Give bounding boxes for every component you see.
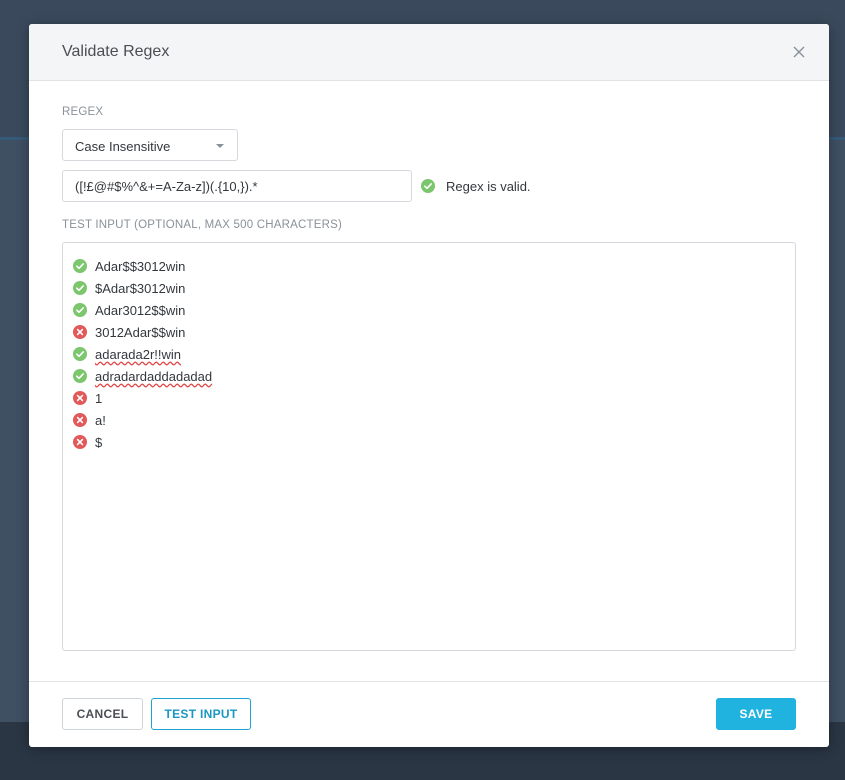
test-line: Adar$$3012win [73,255,795,277]
case-mode-select[interactable]: Case Insensitive [62,129,238,161]
check-circle-icon [421,179,435,193]
modal-footer: CANCEL TEST INPUT SAVE [29,681,829,747]
test-line-text: a! [95,412,106,428]
test-line: $Adar$3012win [73,277,795,299]
x-circle-icon [73,435,87,449]
regex-section-label: REGEX [62,106,104,118]
test-line: a! [73,409,795,431]
test-line-text: $ [95,434,103,450]
case-mode-selected-value: Case Insensitive [75,139,171,154]
test-line-text: 1 [95,390,103,406]
test-line: $ [73,431,795,453]
close-icon[interactable] [791,44,807,60]
regex-status: Regex is valid. [421,177,531,195]
x-circle-icon [73,325,87,339]
regex-status-text: Regex is valid. [446,178,531,194]
cancel-button[interactable]: CANCEL [62,698,143,730]
test-line: 3012Adar$$win [73,321,795,343]
test-line-text: adarada2r!!win [95,346,181,362]
test-line-text: adradardaddadadad [95,368,213,384]
test-line: 1 [73,387,795,409]
test-line-text: 3012Adar$$win [95,324,186,340]
check-circle-icon [73,347,87,361]
test-line-text: Adar3012$$win [95,302,186,318]
test-line-text: $Adar$3012win [95,280,186,296]
test-line-text: Adar$$3012win [95,258,186,274]
test-line: adradardaddadadad [73,365,795,387]
save-button[interactable]: SAVE [716,698,796,730]
test-line: Adar3012$$win [73,299,795,321]
check-circle-icon [73,259,87,273]
modal-title: Validate Regex [62,43,170,60]
test-line: adarada2r!!win [73,343,795,365]
test-input-button[interactable]: TEST INPUT [151,698,251,730]
check-circle-icon [73,281,87,295]
x-circle-icon [73,391,87,405]
x-circle-icon [73,413,87,427]
check-circle-icon [73,303,87,317]
test-input-section-label: TEST INPUT (OPTIONAL, MAX 500 CHARACTERS… [62,219,342,231]
check-circle-icon [73,369,87,383]
validate-regex-modal: Validate Regex REGEX Case Insensitive Re… [29,24,829,747]
test-input-area[interactable]: Adar$$3012win $Adar$3012win Adar3012$$win 3… [62,242,796,651]
regex-input[interactable] [62,170,412,202]
chevron-down-icon [216,144,224,148]
modal-header: Validate Regex [29,24,829,81]
